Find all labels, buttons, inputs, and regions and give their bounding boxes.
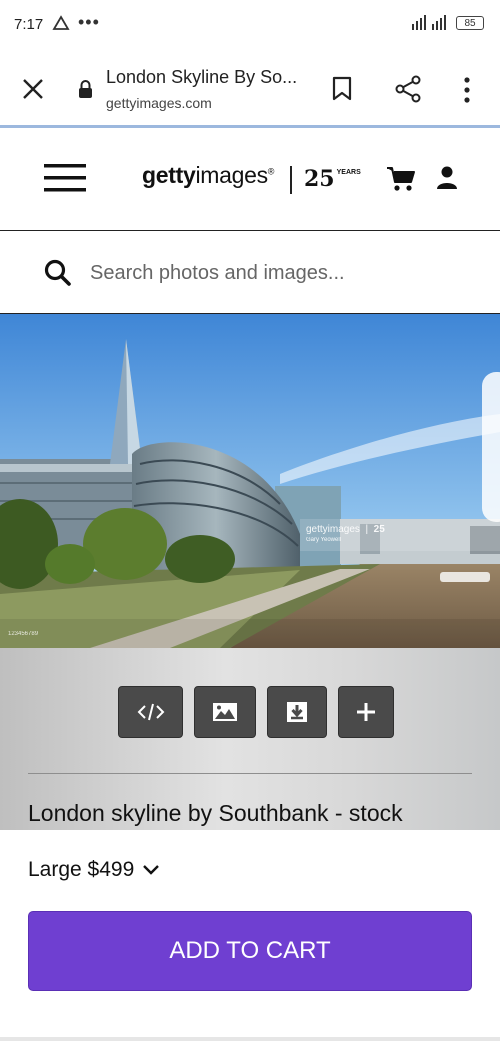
download-icon — [287, 702, 307, 722]
logo-light-text: images — [195, 162, 268, 188]
logo-bold-text: getty — [142, 162, 196, 188]
plus-icon — [357, 703, 375, 721]
anniversary-label: YEARS — [336, 169, 361, 176]
embed-button[interactable] — [118, 686, 183, 738]
warning-triangle-icon — [52, 15, 70, 30]
more-notifications-icon: ••• — [78, 12, 100, 32]
watermark-years: 25 — [373, 524, 385, 535]
account-icon[interactable] — [436, 166, 458, 190]
share-icon[interactable] — [394, 75, 422, 103]
image-id-credit: 123456789 — [8, 631, 39, 637]
watermark-brand-text: gettyimages — [306, 524, 360, 535]
anniversary-badge: 25 YEARS — [304, 166, 361, 192]
watermark-credit: Gary Yeowell — [306, 537, 342, 543]
lock-icon — [79, 80, 92, 98]
add-to-board-button[interactable] — [338, 686, 394, 738]
search-input[interactable] — [88, 257, 472, 289]
status-time: 7:17 — [14, 16, 44, 33]
view-image-button[interactable] — [194, 686, 256, 738]
bookmark-icon[interactable] — [331, 76, 353, 102]
bottom-edge — [0, 1037, 500, 1041]
gettyimages-logo[interactable]: gettyimages® — [142, 162, 274, 189]
image-icon — [213, 703, 237, 721]
site-header: gettyimages® 25 YEARS — [0, 128, 500, 231]
stock-photo[interactable] — [0, 314, 500, 648]
hamburger-menu-icon[interactable] — [44, 164, 86, 192]
chevron-down-icon — [143, 865, 160, 875]
cart-icon[interactable] — [386, 166, 416, 192]
size-selector[interactable]: Large $499 — [28, 858, 160, 882]
embed-code-icon — [137, 703, 164, 721]
battery-icon: 85 — [456, 16, 484, 30]
close-icon[interactable] — [22, 78, 44, 100]
download-button[interactable] — [267, 686, 327, 738]
section-divider — [28, 773, 472, 774]
asset-title: London skyline by Southbank - stock — [28, 800, 403, 826]
add-to-cart-button[interactable]: ADD TO CART — [28, 911, 472, 991]
status-bar: 7:17 ••• 85 — [0, 0, 500, 50]
search-bar — [0, 231, 500, 314]
search-icon[interactable] — [44, 259, 72, 287]
london-skyline-image — [0, 314, 500, 648]
scroll-handle[interactable] — [482, 372, 500, 522]
signal-icon — [412, 15, 446, 30]
page-title[interactable]: London Skyline By So... — [106, 67, 297, 88]
size-label: Large $499 — [28, 858, 135, 881]
logo-trademark: ® — [267, 166, 275, 177]
logo-divider — [290, 166, 292, 194]
browser-toolbar: London Skyline By So... gettyimages.com — [0, 50, 500, 126]
anniversary-number: 25 — [304, 166, 335, 192]
page-url[interactable]: gettyimages.com — [106, 95, 212, 111]
watermark-brand: gettyimages | 25 — [306, 524, 385, 535]
more-options-icon[interactable] — [462, 77, 472, 103]
